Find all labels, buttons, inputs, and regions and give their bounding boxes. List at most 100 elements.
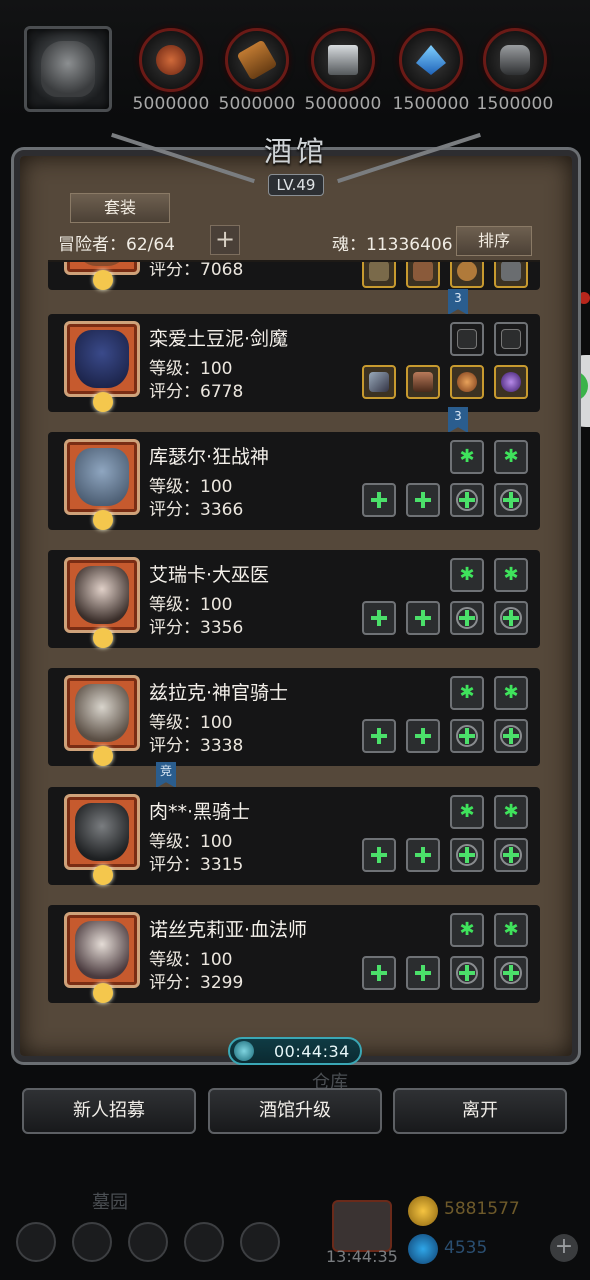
- equipment-slot[interactable]: [450, 322, 484, 356]
- resource-wood[interactable]: 5000000: [214, 28, 300, 114]
- menu-icon[interactable]: [184, 1222, 224, 1262]
- hero-name: 栾爱土豆泥·剑魔: [149, 328, 289, 350]
- menu-icon[interactable]: [240, 1222, 280, 1262]
- equipment-slot[interactable]: [450, 262, 484, 288]
- equipment-slot-empty[interactable]: ✱: [450, 558, 484, 592]
- armor-slot-empty[interactable]: [406, 956, 440, 990]
- hero-portrait: [64, 262, 140, 290]
- add-gems-button[interactable]: +: [550, 1234, 578, 1262]
- upgrade-tavern-button[interactable]: 酒馆升级: [208, 1088, 382, 1134]
- hero-portrait: [64, 557, 140, 648]
- hero-list[interactable]: 评分：7068 3 栾爱土豆泥·剑魔 等级：100 评分：6778 3 库瑟尔·…: [48, 262, 540, 1014]
- gear-item-icon: [369, 262, 389, 281]
- recruit-button[interactable]: 新人招募: [22, 1088, 196, 1134]
- plus-icon: [503, 610, 519, 626]
- ring-slot-empty[interactable]: [494, 838, 528, 872]
- hero-card[interactable]: 栾爱土豆泥·剑魔 等级：100 评分：6778: [48, 314, 540, 412]
- accessory-slot-empty[interactable]: [450, 838, 484, 872]
- hero-face: [75, 262, 129, 266]
- hero-card[interactable]: 兹拉克·神官骑士 等级：100 评分：3338 ✱ ✱: [48, 668, 540, 766]
- armor-slot-empty[interactable]: [406, 838, 440, 872]
- menu-icon[interactable]: [16, 1222, 56, 1262]
- gem-icon: [408, 1234, 438, 1264]
- equipment-slot[interactable]: [494, 322, 528, 356]
- hero-card[interactable]: 评分：7068: [48, 262, 540, 290]
- resource-crystal[interactable]: 1500000: [388, 28, 474, 114]
- accessory-slot-empty[interactable]: [450, 483, 484, 517]
- equipment-slot[interactable]: [494, 262, 528, 288]
- armor-slot-empty[interactable]: [406, 483, 440, 517]
- equipment-slot[interactable]: [406, 262, 440, 288]
- equipment-slot-empty[interactable]: ✱: [450, 913, 484, 947]
- plus-icon: [503, 965, 519, 981]
- add-gear-icon: ✱: [459, 919, 475, 940]
- hero-name: 库瑟尔·狂战神: [149, 446, 270, 468]
- equipment-slot-empty[interactable]: ✱: [494, 440, 528, 474]
- refresh-timer: 00:44:34: [228, 1037, 362, 1065]
- equipment-slot[interactable]: [406, 365, 440, 399]
- expand-capacity-button[interactable]: +: [210, 225, 240, 255]
- equipment-slot-empty[interactable]: ✱: [450, 676, 484, 710]
- gear-item-icon: [457, 262, 477, 281]
- gift-timer: 13:44:35: [326, 1247, 398, 1266]
- resource-amount: 1500000: [476, 94, 554, 114]
- hero-card[interactable]: 肉**·黑骑士 等级：100 评分：3315 ✱ ✱: [48, 787, 540, 885]
- ring-slot-empty[interactable]: [494, 601, 528, 635]
- equipment-slot-empty[interactable]: ✱: [494, 676, 528, 710]
- equipment-slot-empty[interactable]: ✱: [494, 558, 528, 592]
- hero-face: [75, 921, 129, 979]
- weapon-slot-empty[interactable]: [362, 601, 396, 635]
- crystal-icon: [416, 45, 446, 75]
- equipment-slot[interactable]: [494, 365, 528, 399]
- armor-slot-empty[interactable]: [406, 719, 440, 753]
- player-avatar[interactable]: [24, 26, 112, 112]
- ring-slot-empty[interactable]: [494, 483, 528, 517]
- equipment-set-button[interactable]: 套装: [70, 193, 170, 223]
- add-gear-icon: ✱: [459, 682, 475, 703]
- ring-slot-empty[interactable]: [494, 956, 528, 990]
- accessory-slot-empty[interactable]: [450, 601, 484, 635]
- equipment-slot-empty[interactable]: ✱: [450, 440, 484, 474]
- resource-iron[interactable]: 5000000: [300, 28, 386, 114]
- moon-icon: [93, 983, 113, 1003]
- resource-meat[interactable]: 5000000: [128, 28, 214, 114]
- menu-icon[interactable]: [128, 1222, 168, 1262]
- soul-count: 魂：11336406: [332, 235, 453, 255]
- weapon-slot-empty[interactable]: [362, 719, 396, 753]
- hero-level: 等级：100: [149, 950, 233, 970]
- armor-slot-empty[interactable]: [406, 601, 440, 635]
- equipment-slot[interactable]: [450, 365, 484, 399]
- weapon-slot-empty[interactable]: [362, 838, 396, 872]
- meat-icon: [156, 45, 186, 75]
- plus-icon: [415, 728, 431, 744]
- add-gear-icon: ✱: [503, 446, 519, 467]
- plus-icon: [503, 847, 519, 863]
- hero-card[interactable]: 艾瑞卡·大巫医 等级：100 评分：3356 ✱ ✱: [48, 550, 540, 648]
- weapon-slot-empty[interactable]: [362, 483, 396, 517]
- hero-score: 评分：7068: [149, 262, 244, 280]
- gift-box-icon[interactable]: [332, 1200, 392, 1252]
- equipment-slot-empty[interactable]: ✱: [494, 913, 528, 947]
- hero-card[interactable]: 库瑟尔·狂战神 等级：100 评分：3366 ✱ ✱: [48, 432, 540, 530]
- hero-name: 肉**·黑骑士: [149, 801, 251, 823]
- resource-amount: 1500000: [392, 94, 470, 114]
- equipment-slot-empty[interactable]: ✱: [450, 795, 484, 829]
- leave-button[interactable]: 离开: [393, 1088, 567, 1134]
- accessory-slot-empty[interactable]: [450, 956, 484, 990]
- add-gear-icon: ✱: [459, 446, 475, 467]
- hero-card[interactable]: 诺丝克莉亚·血法师 等级：100 评分：3299 ✱ ✱: [48, 905, 540, 1003]
- menu-icon[interactable]: [72, 1222, 112, 1262]
- resource-ore[interactable]: 1500000: [472, 28, 558, 114]
- accessory-slot-empty[interactable]: [450, 719, 484, 753]
- hero-face: [75, 566, 129, 624]
- sort-button[interactable]: 排序: [456, 226, 532, 256]
- weapon-slot-empty[interactable]: [362, 956, 396, 990]
- hero-name: 艾瑞卡·大巫医: [149, 564, 270, 586]
- plus-icon: [371, 492, 387, 508]
- resource-bar: 5000000 5000000 5000000 1500000 1500000: [0, 0, 590, 118]
- equipment-slot[interactable]: [362, 262, 396, 288]
- equipment-slot-empty[interactable]: ✱: [494, 795, 528, 829]
- ring-slot-empty[interactable]: [494, 719, 528, 753]
- plus-icon: [459, 610, 475, 626]
- equipment-slot[interactable]: [362, 365, 396, 399]
